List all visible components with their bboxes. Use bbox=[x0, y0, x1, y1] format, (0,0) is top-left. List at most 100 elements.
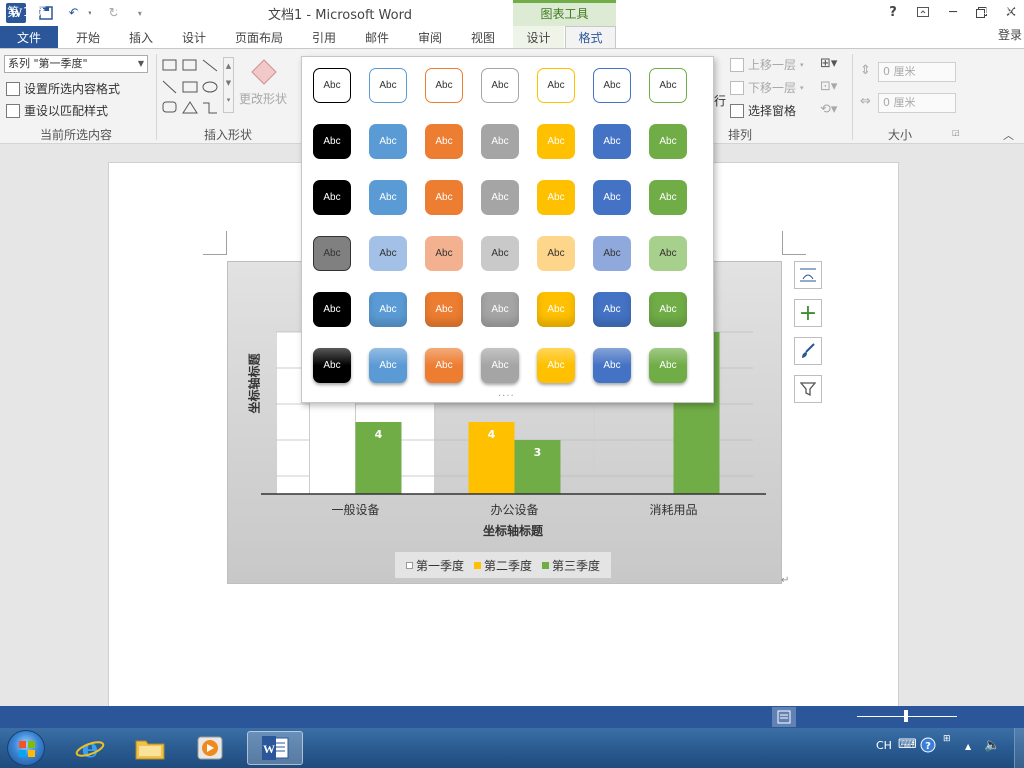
shape-style-item[interactable]: Abc bbox=[649, 292, 687, 327]
ime-options-icon[interactable]: ⊞ bbox=[943, 734, 951, 744]
tab-view[interactable]: 视图 bbox=[463, 26, 503, 48]
volume-icon[interactable]: 🔈 bbox=[984, 738, 1000, 753]
read-mode-icon[interactable] bbox=[738, 3, 752, 18]
chart-elements-plus-icon[interactable]: + bbox=[794, 299, 822, 327]
zoom-level[interactable]: 100% bbox=[983, 3, 1017, 17]
tab-references[interactable]: 引用 bbox=[304, 26, 344, 48]
shape-style-item[interactable]: Abc bbox=[593, 348, 631, 383]
word-count[interactable]: 0 个字 bbox=[116, 3, 151, 20]
shape-style-item[interactable]: Abc bbox=[313, 236, 351, 271]
shape-style-item[interactable]: Abc bbox=[649, 348, 687, 383]
group-icon[interactable]: ⊡▾ bbox=[820, 79, 837, 94]
shape-styles-gallery[interactable]: Abc Abc Abc Abc Abc Abc Abc Abc Abc Abc Abc Abc Abc A… bbox=[301, 56, 714, 403]
y-axis-title[interactable]: 坐标轴标题 bbox=[246, 336, 263, 432]
shape-style-item[interactable]: Abc bbox=[313, 292, 351, 327]
internet-explorer-icon[interactable]: e bbox=[65, 731, 115, 765]
shape-width-field[interactable]: 0 厘米 bbox=[878, 93, 956, 113]
shape-style-item[interactable]: Abc bbox=[425, 68, 463, 103]
help-button[interactable]: ? bbox=[878, 2, 908, 22]
language-indicator[interactable]: 英语(美国) bbox=[201, 3, 258, 20]
shape-style-item[interactable]: Abc bbox=[369, 236, 407, 271]
shape-style-item[interactable]: Abc bbox=[369, 68, 407, 103]
shape-style-item[interactable]: Abc bbox=[593, 124, 631, 159]
shape-style-item[interactable]: Abc bbox=[425, 292, 463, 327]
start-button[interactable] bbox=[7, 730, 45, 766]
align-icon[interactable]: ⊞▾ bbox=[820, 56, 837, 71]
tab-file[interactable]: 文件 bbox=[0, 26, 58, 48]
shape-style-item[interactable]: Abc bbox=[425, 180, 463, 215]
show-hidden-icons-icon[interactable]: ▲ bbox=[965, 742, 971, 751]
zoom-in-icon[interactable]: + bbox=[959, 1, 971, 17]
shape-style-item[interactable]: Abc bbox=[369, 180, 407, 215]
zoom-slider-thumb[interactable] bbox=[904, 710, 908, 722]
gallery-resize-grip[interactable]: ···· bbox=[498, 391, 515, 402]
format-selection-button[interactable]: 设置所选内容格式 bbox=[6, 80, 120, 97]
shape-style-item[interactable]: Abc bbox=[425, 348, 463, 383]
help-tray-icon[interactable]: ? bbox=[920, 737, 936, 756]
shape-style-item[interactable]: Abc bbox=[313, 68, 351, 103]
ime-indicator[interactable]: CH bbox=[876, 739, 892, 752]
layout-options-button[interactable] bbox=[794, 261, 822, 289]
media-player-icon[interactable] bbox=[185, 731, 235, 765]
file-explorer-icon[interactable] bbox=[125, 731, 175, 765]
page-count[interactable]: 第 1 页，共 1 页 bbox=[7, 3, 98, 20]
chart-filters-icon[interactable] bbox=[794, 375, 822, 403]
tab-chart-format[interactable]: 格式 bbox=[565, 26, 616, 48]
shape-style-item[interactable]: Abc bbox=[369, 124, 407, 159]
proofing-icon[interactable] bbox=[172, 3, 185, 18]
selection-pane-button[interactable]: 选择窗格 bbox=[730, 102, 796, 119]
shape-style-item[interactable]: Abc bbox=[425, 236, 463, 271]
ribbon-display-options-icon[interactable] bbox=[908, 2, 938, 22]
shape-style-item[interactable]: Abc bbox=[369, 348, 407, 383]
shape-style-item[interactable]: Abc bbox=[649, 180, 687, 215]
rotate-icon[interactable]: ⟲▾ bbox=[820, 102, 837, 117]
login-link[interactable]: 登录 bbox=[998, 26, 1022, 43]
shape-style-item[interactable]: Abc bbox=[313, 348, 351, 383]
show-desktop-button[interactable] bbox=[1014, 728, 1024, 768]
change-shape-label[interactable]: 更改形状 bbox=[239, 90, 287, 107]
send-backward-button[interactable]: 下移一层 ▾ bbox=[730, 79, 804, 96]
shapes-gallery-scroll[interactable]: ▲ ▼ ▾ bbox=[223, 57, 234, 113]
tab-design[interactable]: 设计 bbox=[174, 26, 214, 48]
shape-style-item[interactable]: Abc bbox=[481, 124, 519, 159]
tab-page-layout[interactable]: 页面布局 bbox=[228, 26, 290, 48]
shape-style-item[interactable]: Abc bbox=[649, 124, 687, 159]
shape-style-item[interactable]: Abc bbox=[537, 68, 575, 103]
shape-style-item[interactable]: Abc bbox=[481, 292, 519, 327]
shape-style-item[interactable]: Abc bbox=[313, 124, 351, 159]
shape-style-item[interactable]: Abc bbox=[649, 236, 687, 271]
shape-style-item[interactable]: Abc bbox=[481, 236, 519, 271]
shape-style-item[interactable]: Abc bbox=[593, 236, 631, 271]
shape-style-item[interactable]: Abc bbox=[313, 180, 351, 215]
shape-style-item[interactable]: Abc bbox=[537, 124, 575, 159]
reset-to-match-style-button[interactable]: 重设以匹配样式 bbox=[6, 102, 108, 119]
shape-style-item[interactable]: Abc bbox=[537, 292, 575, 327]
bring-forward-button[interactable]: 上移一层 ▾ bbox=[730, 56, 804, 73]
chart-styles-brush-icon[interactable] bbox=[794, 337, 822, 365]
shape-style-item[interactable]: Abc bbox=[593, 292, 631, 327]
shape-style-item[interactable]: Abc bbox=[481, 180, 519, 215]
size-dialog-launcher-icon[interactable]: ◲ bbox=[952, 128, 960, 137]
shape-style-item[interactable]: Abc bbox=[593, 68, 631, 103]
collapse-ribbon-icon[interactable]: ︿ bbox=[1003, 127, 1014, 143]
tab-chart-design[interactable]: 设计 bbox=[513, 26, 564, 48]
web-layout-icon[interactable] bbox=[815, 3, 829, 18]
shape-style-item[interactable]: Abc bbox=[537, 348, 575, 383]
chart-elements-select[interactable]: 系列 "第一季度" ▼ bbox=[4, 55, 148, 73]
tab-mailings[interactable]: 邮件 bbox=[357, 26, 397, 48]
chart-legend[interactable]: 第一季度 第二季度 第三季度 bbox=[395, 552, 611, 578]
shape-style-item[interactable]: Abc bbox=[649, 68, 687, 103]
shape-height-field[interactable]: 0 厘米 bbox=[878, 62, 956, 82]
print-layout-icon[interactable] bbox=[772, 707, 796, 727]
tab-review[interactable]: 审阅 bbox=[410, 26, 450, 48]
shapes-gallery[interactable] bbox=[161, 57, 223, 117]
shape-style-item[interactable]: Abc bbox=[537, 236, 575, 271]
shape-style-item[interactable]: Abc bbox=[481, 348, 519, 383]
shape-style-item[interactable]: Abc bbox=[369, 292, 407, 327]
keyboard-icon[interactable]: ⌨ bbox=[898, 737, 917, 752]
tab-insert[interactable]: 插入 bbox=[121, 26, 161, 48]
shape-style-item[interactable]: Abc bbox=[537, 180, 575, 215]
shape-style-item[interactable]: Abc bbox=[481, 68, 519, 103]
tab-home[interactable]: 开始 bbox=[68, 26, 108, 48]
zoom-out-icon[interactable]: − bbox=[845, 1, 857, 17]
